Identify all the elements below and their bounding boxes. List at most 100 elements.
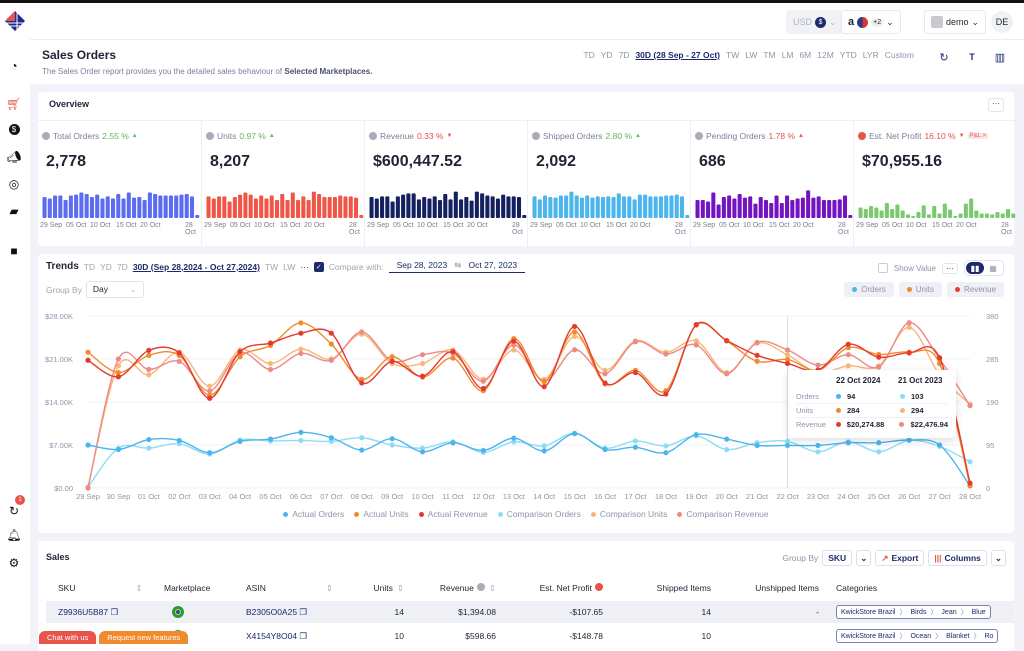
- info-icon[interactable]: [858, 132, 866, 140]
- category-item[interactable]: Birds: [910, 609, 926, 616]
- trend-period-option[interactable]: 7D: [117, 262, 128, 272]
- column-header[interactable]: Shipped Items: [657, 583, 711, 593]
- export-button[interactable]: ↗ Export: [875, 550, 925, 566]
- filter-button[interactable]: T: [961, 47, 983, 67]
- group-by-select[interactable]: Day ⌄: [85, 281, 144, 298]
- column-header[interactable]: Units ⇕: [374, 583, 405, 594]
- column-header[interactable]: Marketplace: [164, 583, 210, 593]
- column-header[interactable]: SKU ⇕: [58, 583, 143, 594]
- currency-select[interactable]: USD $ ⌄: [786, 10, 844, 34]
- category-item[interactable]: Ocean: [910, 633, 931, 640]
- category-item[interactable]: Ro: [984, 633, 993, 640]
- bell-icon[interactable]: 🔔︎: [6, 527, 22, 543]
- period-option[interactable]: 30D (28 Sep - 27 Oct): [635, 50, 720, 60]
- sort-icon[interactable]: ⇕: [397, 583, 404, 593]
- info-icon[interactable]: [532, 132, 540, 140]
- megaphone-icon[interactable]: 📣︎: [6, 149, 22, 165]
- category-item[interactable]: KwickStore Brazil: [841, 633, 895, 640]
- chevron-down-icon[interactable]: ⌄: [990, 550, 1006, 566]
- layout-button[interactable]: ▥: [989, 47, 1011, 67]
- columns-button[interactable]: ||| Columns: [928, 550, 987, 566]
- pnl-badge[interactable]: P&L >: [967, 133, 988, 139]
- more-menu-button[interactable]: ···: [988, 98, 1004, 112]
- gear-icon[interactable]: ⚙: [6, 555, 22, 571]
- period-option[interactable]: TW: [726, 50, 739, 60]
- period-option[interactable]: LYR: [863, 50, 879, 60]
- table-view-icon[interactable]: ▦: [984, 262, 1002, 274]
- table-row[interactable]: Z9936U5B87 ❐ B2305O0A25 ❐ 14 $1,394.08 -$107…: [46, 601, 1014, 623]
- period-option[interactable]: TD: [583, 50, 594, 60]
- info-icon[interactable]: [695, 132, 703, 140]
- show-value-checkbox[interactable]: [877, 263, 888, 273]
- chat-icon[interactable]: ▰: [6, 203, 22, 219]
- category-item[interactable]: Blanket: [946, 633, 969, 640]
- compare-checkbox[interactable]: ✓: [313, 261, 324, 272]
- legend-item[interactable]: Comparison Units: [590, 509, 667, 519]
- marketplace-select[interactable]: a +2 ⌄: [841, 10, 901, 34]
- info-icon[interactable]: [595, 583, 603, 591]
- bag-icon[interactable]: ■: [6, 243, 22, 259]
- info-icon[interactable]: [206, 132, 214, 140]
- sku-link[interactable]: Z9936U5B87 ❐: [58, 607, 118, 618]
- copy-icon[interactable]: ❐: [297, 631, 307, 641]
- copy-icon[interactable]: ❐: [108, 607, 118, 617]
- app-logo[interactable]: [4, 10, 26, 32]
- dashboard-icon[interactable]: ◔: [6, 58, 22, 74]
- trend-period-option[interactable]: LW: [283, 262, 295, 272]
- sort-icon[interactable]: ⇕: [326, 583, 333, 593]
- target-icon[interactable]: ◎: [6, 176, 22, 192]
- user-initials-avatar[interactable]: DE: [991, 11, 1013, 33]
- legend-item[interactable]: Comparison Orders: [497, 509, 581, 519]
- column-header[interactable]: ASIN ⇕: [246, 583, 333, 594]
- trend-period-option[interactable]: TD: [84, 262, 95, 272]
- period-option[interactable]: 12M: [817, 50, 834, 60]
- info-icon[interactable]: [42, 132, 50, 140]
- sort-icon[interactable]: ⇕: [135, 583, 142, 593]
- legend-item[interactable]: Comparison Revenue: [677, 509, 769, 519]
- legend-item[interactable]: Actual Units: [354, 509, 409, 519]
- period-option[interactable]: Custom: [885, 50, 914, 60]
- chat-with-us-button[interactable]: Chat with us: [39, 631, 97, 644]
- request-features-button[interactable]: Request new features: [99, 631, 189, 644]
- info-icon[interactable]: [369, 132, 377, 140]
- chevron-down-icon[interactable]: ⌄: [856, 550, 872, 566]
- period-option[interactable]: LM: [782, 50, 794, 60]
- chart-more-button[interactable]: ···: [942, 262, 958, 274]
- dollar-icon[interactable]: $: [6, 121, 22, 137]
- category-item[interactable]: Blue: [972, 609, 986, 616]
- column-header[interactable]: Categories: [836, 583, 877, 593]
- period-option[interactable]: TM: [763, 50, 775, 60]
- user-menu[interactable]: demo ⌄: [924, 10, 987, 34]
- series-toggle[interactable]: Units: [898, 282, 942, 297]
- cart-icon[interactable]: 🛒︎: [6, 96, 22, 112]
- legend-item[interactable]: Actual Revenue: [418, 509, 488, 519]
- sync-icon[interactable]: ↻ 1: [6, 495, 25, 519]
- trend-period-option[interactable]: 30D (Sep 28,2024 - Oct 27,2024): [133, 262, 260, 272]
- trend-period-option[interactable]: YD: [100, 262, 112, 272]
- period-option[interactable]: YD: [601, 50, 613, 60]
- compare-to-date[interactable]: Oct 27, 2023: [468, 260, 517, 270]
- more-periods-button[interactable]: ···: [300, 262, 309, 272]
- column-header[interactable]: Revenue ⇕: [440, 582, 496, 594]
- column-header[interactable]: Est. Net Profit: [540, 583, 603, 593]
- info-icon[interactable]: [476, 582, 485, 591]
- period-option[interactable]: 7D: [619, 50, 630, 60]
- chart-view-icon[interactable]: ▮▮: [966, 262, 984, 274]
- period-option[interactable]: YTD: [840, 50, 857, 60]
- trend-period-option[interactable]: TW: [265, 262, 278, 272]
- series-toggle[interactable]: Revenue: [946, 282, 1004, 297]
- refresh-button[interactable]: ↻: [933, 47, 955, 67]
- sort-icon[interactable]: ⇕: [489, 583, 496, 593]
- asin-link[interactable]: X4154Y8O04 ❐: [246, 631, 307, 642]
- compare-from-date[interactable]: Sep 28, 2023: [397, 260, 448, 270]
- column-header[interactable]: Unshipped Items: [755, 583, 819, 593]
- asin-link[interactable]: B2305O0A25 ❐: [246, 607, 307, 618]
- period-option[interactable]: 6M: [799, 50, 811, 60]
- period-option[interactable]: LW: [745, 50, 757, 60]
- category-item[interactable]: KwickStore Brazil: [841, 609, 895, 616]
- copy-icon[interactable]: ❐: [297, 607, 307, 617]
- group-by-select[interactable]: SKU: [822, 550, 853, 566]
- legend-item[interactable]: Actual Orders: [283, 509, 344, 519]
- compare-date-range[interactable]: Sep 28, 2023 ⇆ Oct 27, 2023: [388, 260, 526, 273]
- category-item[interactable]: Jean: [941, 609, 956, 616]
